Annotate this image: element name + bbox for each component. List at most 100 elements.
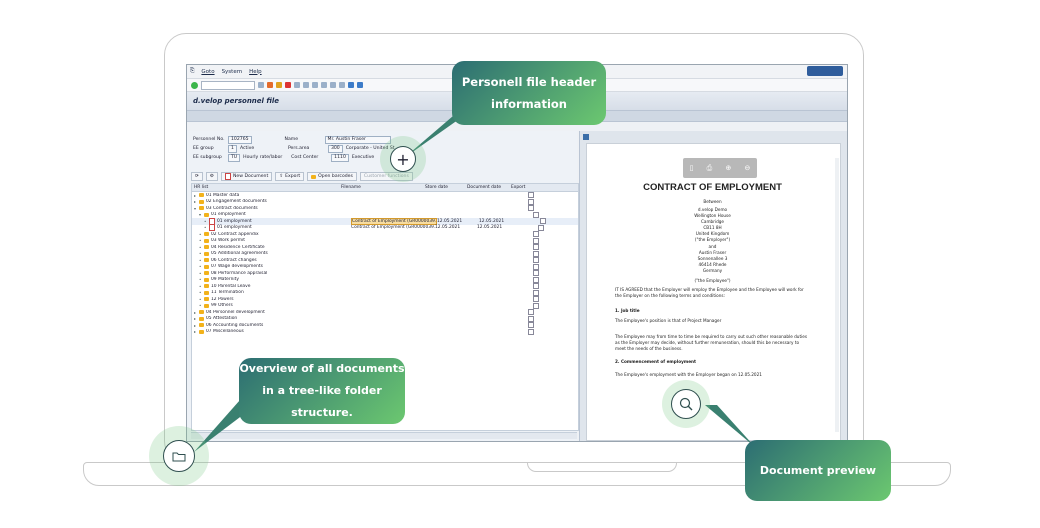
tree-node[interactable]: ▸ 01 Master data bbox=[192, 193, 341, 198]
tree-node[interactable]: • 02 Contract appendix bbox=[192, 232, 346, 237]
ee-subgroup-code[interactable]: TU bbox=[228, 153, 241, 162]
plus-icon[interactable]: + bbox=[390, 146, 416, 172]
expand-icon[interactable]: • bbox=[199, 251, 202, 256]
help-icon[interactable] bbox=[357, 82, 363, 88]
export-button[interactable]: ⇪ Export bbox=[275, 172, 305, 181]
next-page-icon[interactable] bbox=[330, 82, 336, 88]
filename-cell[interactable]: Contract of Employment (GR0000039... bbox=[351, 225, 435, 230]
table-row[interactable]: ▸ 07 Miscellaneous bbox=[192, 328, 578, 336]
expand-icon[interactable]: ▸ bbox=[194, 329, 197, 334]
export-checkbox[interactable] bbox=[533, 289, 539, 296]
prev-page-icon[interactable] bbox=[321, 82, 327, 88]
layout-icon[interactable] bbox=[348, 82, 354, 88]
col-export[interactable]: Export bbox=[509, 185, 549, 190]
expand-icon[interactable]: • bbox=[199, 271, 202, 276]
expand-icon[interactable]: ▸ bbox=[194, 193, 197, 198]
tree-node[interactable]: • 08 Performance appraisal bbox=[192, 271, 346, 276]
expand-icon[interactable]: • bbox=[199, 290, 202, 295]
refresh-button[interactable]: ⟳ bbox=[191, 172, 203, 181]
col-hr-list[interactable]: HR list bbox=[192, 185, 339, 190]
ok-icon[interactable] bbox=[191, 81, 198, 89]
menu-item-goto[interactable]: Goto bbox=[201, 69, 214, 75]
export-checkbox[interactable] bbox=[528, 192, 534, 199]
window-controls[interactable] bbox=[807, 66, 843, 76]
back-icon[interactable] bbox=[267, 82, 273, 88]
tree-node[interactable]: • 07 Wage developments bbox=[192, 264, 346, 269]
tree-node[interactable]: ▸ 04 Personnel development bbox=[192, 310, 341, 315]
export-checkbox[interactable] bbox=[533, 211, 539, 218]
magnifier-icon[interactable] bbox=[671, 389, 701, 419]
menu-item-help[interactable]: Help bbox=[249, 69, 262, 75]
expand-icon[interactable]: • bbox=[199, 303, 202, 308]
name-field[interactable]: Mr. Austin Fraser bbox=[324, 135, 391, 144]
personnel-no-field[interactable]: 102765 bbox=[228, 135, 252, 144]
export-checkbox[interactable] bbox=[533, 283, 539, 290]
export-checkbox[interactable] bbox=[528, 328, 534, 335]
folder-icon[interactable] bbox=[163, 440, 195, 472]
page-icon[interactable]: ▯ bbox=[690, 164, 694, 172]
exit-icon[interactable] bbox=[276, 82, 282, 88]
expand-icon[interactable]: • bbox=[204, 225, 207, 230]
col-document-date[interactable]: Document date bbox=[465, 185, 509, 190]
export-checkbox[interactable] bbox=[533, 257, 539, 264]
tree-node[interactable]: • 09 Maternity bbox=[192, 277, 346, 282]
export-checkbox[interactable] bbox=[540, 218, 546, 225]
tree-node[interactable]: • 11 Termination bbox=[192, 290, 346, 295]
export-checkbox[interactable] bbox=[533, 231, 539, 238]
expand-icon[interactable]: • bbox=[199, 284, 202, 289]
export-checkbox[interactable] bbox=[528, 309, 534, 316]
open-barcodes-button[interactable]: Open barcodes bbox=[307, 172, 357, 181]
tree-node[interactable]: • 12 Powers bbox=[192, 297, 346, 302]
vertical-scrollbar[interactable] bbox=[835, 158, 839, 432]
pers-area-code[interactable]: 300 bbox=[327, 144, 343, 153]
export-checkbox[interactable] bbox=[533, 276, 539, 283]
tree-node[interactable]: ▾ 01 employment bbox=[192, 212, 346, 217]
expand-icon[interactable]: • bbox=[199, 232, 202, 237]
export-checkbox[interactable] bbox=[528, 315, 534, 322]
export-checkbox[interactable] bbox=[533, 302, 539, 309]
find-icon[interactable] bbox=[303, 82, 309, 88]
zoom-out-icon[interactable]: ⊖ bbox=[745, 164, 751, 172]
tree-node[interactable]: • 06 Contract changes bbox=[192, 258, 346, 263]
tree-node[interactable]: ▸ 07 Miscellaneous bbox=[192, 329, 341, 334]
export-checkbox[interactable] bbox=[533, 263, 539, 270]
expand-icon[interactable]: ▾ bbox=[199, 212, 202, 217]
expand-icon[interactable]: ▸ bbox=[194, 323, 197, 328]
export-checkbox[interactable] bbox=[533, 296, 539, 303]
menu-icon[interactable]: ⎘ bbox=[190, 68, 194, 75]
expand-icon[interactable]: • bbox=[199, 264, 202, 269]
expand-icon[interactable]: ▾ bbox=[194, 206, 197, 211]
expand-icon[interactable]: ▸ bbox=[194, 316, 197, 321]
preview-toolbar[interactable]: ▯ ⎙ ⊕ ⊖ bbox=[683, 158, 757, 178]
export-checkbox[interactable] bbox=[533, 244, 539, 251]
cancel-icon[interactable] bbox=[285, 82, 291, 88]
export-checkbox[interactable] bbox=[528, 198, 534, 205]
tree-node[interactable]: • 10 Parental Leave bbox=[192, 284, 346, 289]
tree-node[interactable]: • 04 Residence Certificate bbox=[192, 245, 346, 250]
expand-icon[interactable]: • bbox=[199, 258, 202, 263]
tree-node[interactable]: • 03 Work permit bbox=[192, 238, 346, 243]
tree-node[interactable]: ▸ 02 Engagement documents bbox=[192, 199, 341, 204]
export-checkbox[interactable] bbox=[528, 205, 534, 212]
print-icon[interactable]: ⎙ bbox=[707, 164, 713, 173]
expand-icon[interactable]: • bbox=[199, 245, 202, 250]
settings-button[interactable]: ⚙ bbox=[205, 172, 218, 181]
table-row[interactable]: • 01 employment Contract of Employment (GR… bbox=[192, 224, 578, 232]
expand-icon[interactable]: ▸ bbox=[194, 310, 197, 315]
col-store-date[interactable]: Store date bbox=[423, 185, 465, 190]
tree-node[interactable]: • 05 Additional agreements bbox=[192, 251, 346, 256]
expand-icon[interactable]: • bbox=[199, 277, 202, 282]
export-checkbox[interactable] bbox=[533, 237, 539, 244]
command-field[interactable] bbox=[201, 80, 255, 90]
tree-node[interactable]: ▾ 03 Contract documents bbox=[192, 206, 341, 211]
tree-node[interactable]: ▸ 05 Attestation bbox=[192, 316, 341, 321]
tree-node[interactable]: • 01 employment bbox=[192, 224, 351, 232]
preview-toggle-icon[interactable] bbox=[583, 134, 589, 140]
expand-icon[interactable]: ▸ bbox=[194, 199, 197, 204]
new-document-button[interactable]: New Document bbox=[220, 172, 273, 181]
filename-cell[interactable]: Contract of Employment (GR0000039... bbox=[351, 217, 437, 225]
ee-group-code[interactable]: 1 bbox=[228, 144, 237, 153]
first-page-icon[interactable] bbox=[312, 82, 318, 88]
export-checkbox[interactable] bbox=[528, 322, 534, 329]
menu-item-system[interactable]: System bbox=[222, 69, 243, 75]
